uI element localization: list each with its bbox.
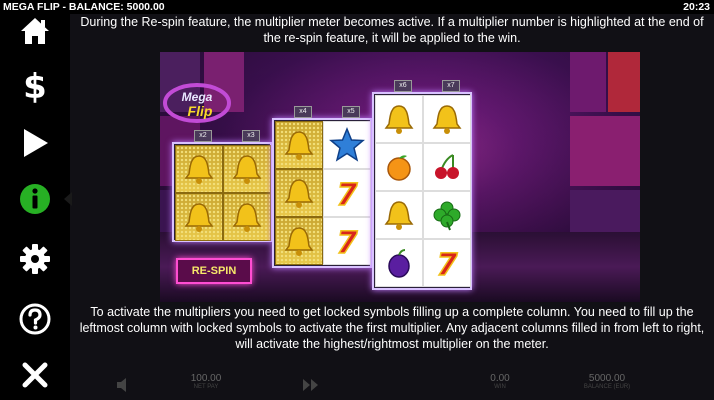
- sidebar-menu: $: [0, 0, 72, 400]
- bell-icon: [284, 179, 314, 208]
- multiplier-label: x3: [242, 130, 260, 142]
- close-icon: [22, 362, 48, 388]
- bell-icon: [284, 131, 314, 160]
- info-button[interactable]: [0, 174, 72, 224]
- mega-flip-logo: Mega Flip: [163, 83, 231, 123]
- game-title-balance: MEGA FLIP - BALANCE: 5000.00: [3, 1, 165, 13]
- bell-symbol: [175, 193, 223, 241]
- seven-symbol: 7: [323, 169, 371, 217]
- bg-tile: [570, 52, 606, 112]
- seven-icon: 7: [336, 177, 359, 211]
- clover-icon: [433, 201, 461, 231]
- bell-icon: [384, 201, 414, 230]
- bet-display: 100.00 NET PAY: [176, 373, 236, 390]
- bg-tile: [608, 52, 640, 112]
- bell-symbol: [223, 145, 271, 193]
- sound-icon: [117, 378, 126, 392]
- cashier-button[interactable]: $: [0, 62, 70, 112]
- svg-text:Flip: Flip: [188, 103, 213, 119]
- star-symbol: [323, 121, 371, 169]
- plum-icon: [388, 249, 410, 278]
- reel-left: x2 x3: [172, 130, 272, 242]
- cherry-symbol: [423, 143, 471, 191]
- bell-icon: [184, 155, 214, 184]
- bg-tile: [570, 116, 640, 186]
- seven-icon: 7: [336, 225, 359, 259]
- reel-right: x6 x7 7: [372, 80, 472, 290]
- plum-symbol: [375, 239, 423, 287]
- game-illustration: Mega Flip x2 x3 x4 x5 7 7 x6 x7 7 RE-SPI…: [160, 52, 640, 302]
- gear-icon: [20, 244, 50, 274]
- reel-middle: x4 x5 7 7: [272, 106, 372, 268]
- help-button[interactable]: [0, 294, 70, 344]
- top-status-bar: MEGA FLIP - BALANCE: 5000.00 20:23: [0, 0, 714, 14]
- bell-icon: [284, 227, 314, 256]
- bell-symbol: [275, 169, 323, 217]
- multiplier-label: x5: [342, 106, 360, 118]
- balance-value: 5000.00: [588, 373, 626, 384]
- bell-symbol: [275, 121, 323, 169]
- play-icon: [24, 129, 48, 157]
- bell-symbol: [275, 217, 323, 265]
- seven-symbol: 7: [323, 217, 371, 265]
- win-value: 0.00: [490, 373, 510, 384]
- svg-text:7: 7: [337, 178, 358, 211]
- bet-label: NET PAY: [193, 384, 219, 390]
- bell-symbol: [375, 95, 423, 143]
- info-icon: [20, 184, 50, 214]
- win-display: 0.00 WIN: [470, 373, 530, 390]
- orange-icon: [387, 155, 411, 181]
- bell-symbol: [375, 191, 423, 239]
- star-icon: [329, 127, 365, 162]
- cherry-icon: [435, 154, 459, 179]
- balance-display: 5000.00 BALANCE (EUR): [572, 373, 642, 390]
- clover-symbol: [423, 191, 471, 239]
- seven-symbol: 7: [423, 239, 471, 287]
- faded-bottom-bar: 100.00 NET PAY 0.00 WIN 5000.00 BALANCE …: [70, 371, 714, 400]
- bell-symbol: [175, 145, 223, 193]
- bell-icon: [232, 155, 262, 184]
- settings-button[interactable]: [0, 234, 70, 284]
- help-content-area: During the Re-spin feature, the multipli…: [70, 14, 714, 400]
- close-button[interactable]: [0, 350, 70, 400]
- bell-icon: [232, 203, 262, 232]
- svg-text:Mega: Mega: [182, 90, 213, 104]
- bell-icon: [184, 203, 214, 232]
- seven-icon: 7: [436, 247, 459, 281]
- bell-symbol: [223, 193, 271, 241]
- balance-label: BALANCE (EUR): [583, 384, 631, 390]
- orange-symbol: [375, 143, 423, 191]
- multiplier-label: x2: [194, 130, 212, 142]
- bell-symbol: [423, 95, 471, 143]
- help-paragraph-respin: During the Re-spin feature, the multipli…: [80, 15, 704, 45]
- multiplier-label: x4: [294, 106, 312, 118]
- win-label: WIN: [494, 384, 506, 390]
- clock-time: 20:23: [683, 1, 710, 13]
- bg-tile: [570, 190, 640, 234]
- svg-text:7: 7: [437, 248, 458, 281]
- dollar-icon: $: [23, 67, 47, 107]
- bell-icon: [432, 105, 462, 134]
- fast-forward-icon: [303, 379, 318, 391]
- respin-indicator: RE-SPIN: [176, 258, 252, 284]
- svg-text:7: 7: [337, 226, 358, 259]
- bell-icon: [384, 105, 414, 134]
- multiplier-label: x7: [442, 80, 460, 92]
- play-button[interactable]: [0, 118, 70, 168]
- help-icon: [19, 303, 51, 335]
- bet-value: 100.00: [190, 373, 222, 384]
- home-icon: [21, 18, 49, 44]
- multiplier-label: x6: [394, 80, 412, 92]
- help-paragraph-multipliers: To activate the multipliers you need to …: [79, 305, 705, 351]
